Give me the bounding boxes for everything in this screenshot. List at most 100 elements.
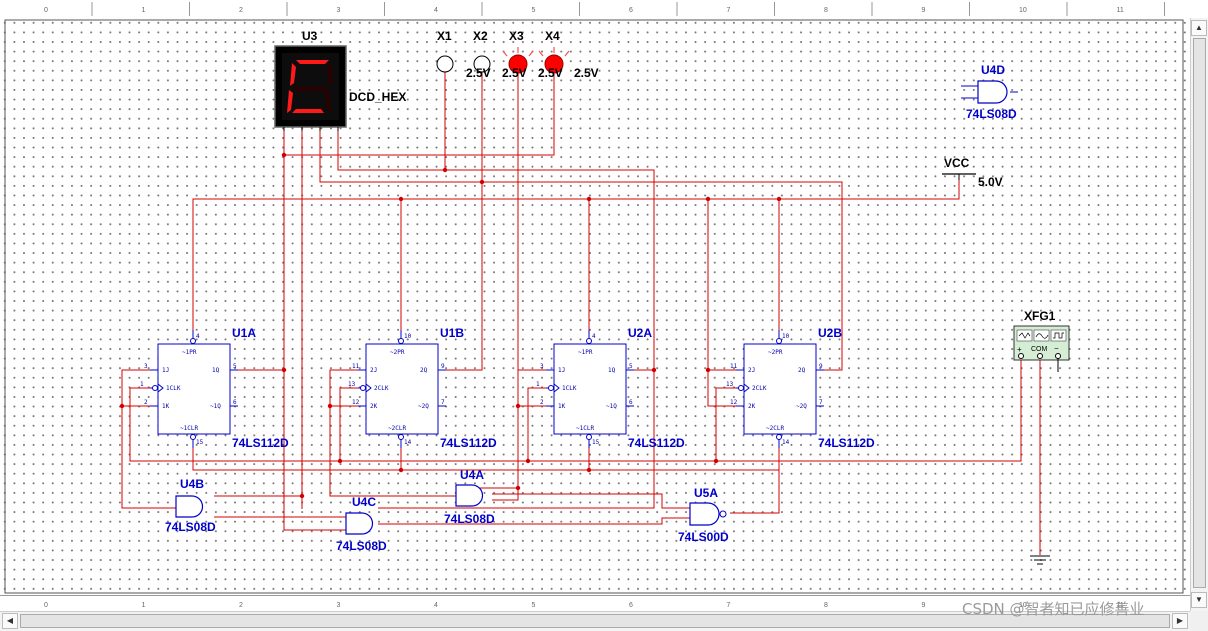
pin-j: 2J <box>370 367 377 374</box>
pin-number: 10 <box>782 333 790 340</box>
pin-clk: 1CLK <box>166 385 181 392</box>
flip-flop-model: 74LS112D <box>818 436 875 450</box>
vcc-supply[interactable]: VCC 5.0V <box>942 156 1003 189</box>
flip-flop-ref: U1A <box>232 326 256 340</box>
gate-u4a[interactable]: U4A 74LS08D <box>444 468 495 526</box>
pin-number: 5 <box>233 363 237 370</box>
pin-number: 4 <box>592 333 596 340</box>
flip-flop-u2b[interactable]: ~2PR 2J 2CLK 2K 2Q ~2Q ~2CLR 10 11 13 12 9 7 14 U2B 74L… <box>726 326 875 450</box>
pin-qn: ~2Q <box>796 403 807 410</box>
function-generator[interactable]: XFG1 + COM − <box>1013 309 1070 372</box>
pin-number: 14 <box>404 439 412 446</box>
pin-clr: ~2CLR <box>388 425 406 432</box>
pin-number: 9 <box>441 363 445 370</box>
seven-segment-display[interactable]: U3 DCD_HEX <box>274 29 406 131</box>
ground-icon <box>1030 555 1050 565</box>
vcc-label: VCC <box>944 156 970 170</box>
flip-flop-u1a[interactable]: ~1PR 1J 1CLK 1K 1Q ~1Q ~1CLR 4 3 1 2 5 6 15 U1A 74LS112… <box>140 326 289 450</box>
schematic: 0011223344556677889910101111 U3 DCD_HEX … <box>4 2 1184 609</box>
pin-number: 6 <box>233 399 237 406</box>
probe-x1[interactable]: X1 <box>436 29 454 73</box>
ruler-tick-label-bottom: 1 <box>142 602 146 609</box>
pin-q: 1Q <box>608 367 616 374</box>
pin-k: 1K <box>558 403 566 410</box>
flip-flop-u1b[interactable]: ~2PR 2J 2CLK 2K 2Q ~2Q ~2CLR 10 11 13 12 9 7 14 U1B 74L… <box>348 326 497 450</box>
display-model: DCD_HEX <box>349 90 406 104</box>
pin-q: 2Q <box>420 367 428 374</box>
pin-number: 15 <box>592 439 600 446</box>
pin-number: 5 <box>629 363 633 370</box>
pin-number: 12 <box>730 399 738 406</box>
pin-number: 3 <box>540 363 544 370</box>
pin-number: 2 <box>540 399 544 406</box>
pin-k: 2K <box>370 403 378 410</box>
probe-x4-label: X4 <box>545 29 560 43</box>
ruler-tick-label-bottom: 9 <box>922 602 926 609</box>
pin-number: 13 <box>348 381 356 388</box>
pin-number: 13 <box>726 381 734 388</box>
pin-number: 14 <box>782 439 790 446</box>
flip-flops: ~1PR1J1CLK1K1Q~1Q~1CLR43125615U1A74LS112… <box>140 326 875 450</box>
gate-u5a-model: 74LS00D <box>678 530 729 544</box>
probe-x3-voltage: 2.5V <box>502 66 527 80</box>
pin-pre: ~2PR <box>768 349 783 356</box>
gate-u4d[interactable]: U4D 74LS08D <box>961 63 1018 121</box>
pin-qn: ~2Q <box>418 403 429 410</box>
pin-clr: ~2CLR <box>766 425 784 432</box>
flip-flop-ref: U2B <box>818 326 842 340</box>
pin-clk: 2CLK <box>752 385 767 392</box>
generator-ref: XFG1 <box>1024 309 1056 323</box>
pin-number: 3 <box>144 363 148 370</box>
pin-qn: ~1Q <box>606 403 617 410</box>
pin-number: 7 <box>441 399 445 406</box>
pin-number: 11 <box>352 363 360 370</box>
gate-u4a-model: 74LS08D <box>444 512 495 526</box>
pin-clr: ~1CLR <box>576 425 594 432</box>
ruler-tick-label-bottom: 0 <box>44 602 48 609</box>
gate-u4c-ref: U4C <box>352 495 376 509</box>
flip-flop-ref: U2A <box>628 326 652 340</box>
pin-number: 11 <box>730 363 738 370</box>
pin-pre: ~1PR <box>182 349 197 356</box>
ruler-tick-label-top: 5 <box>532 7 536 14</box>
probe-x2[interactable]: X2 2.5V <box>466 29 491 80</box>
pin-number: 7 <box>819 399 823 406</box>
pin-number: 15 <box>196 439 204 446</box>
gate-u4c-model: 74LS08D <box>336 539 387 553</box>
pin-clk: 2CLK <box>374 385 389 392</box>
ruler-tick-label-bottom: 7 <box>727 602 731 609</box>
gate-u5a-ref: U5A <box>694 486 718 500</box>
gate-u4b-model: 74LS08D <box>165 520 216 534</box>
generator-minus: − <box>1054 344 1059 353</box>
probe-x3[interactable]: X3 2.5V <box>502 29 534 80</box>
probe-x4-voltage-b: 2.5V <box>574 66 599 80</box>
ruler-tick-label-top: 10 <box>1019 7 1027 14</box>
probe-x2-label: X2 <box>473 29 488 43</box>
probe-x4[interactable]: X4 2.5V 2.5V <box>538 29 599 80</box>
ruler-tick-label-top: 0 <box>44 7 48 14</box>
flip-flop-u2a[interactable]: ~1PR 1J 1CLK 1K 1Q ~1Q ~1CLR 4 3 1 2 5 6 15 U2A 74LS112… <box>536 326 685 450</box>
flip-flop-model: 74LS112D <box>628 436 685 450</box>
pin-number: 10 <box>404 333 412 340</box>
gate-u4a-ref: U4A <box>460 468 484 482</box>
vcc-voltage: 5.0V <box>978 175 1003 189</box>
probe-x4-voltage-a: 2.5V <box>538 66 563 80</box>
gate-u5a[interactable]: U5A 74LS00D <box>678 486 729 544</box>
gate-u4b-ref: U4B <box>180 477 204 491</box>
probe-x3-label: X3 <box>509 29 524 43</box>
pin-number: 6 <box>629 399 633 406</box>
ruler-tick-label-bottom: 6 <box>629 602 633 609</box>
pin-number: 9 <box>819 363 823 370</box>
probe-x1-label: X1 <box>437 29 452 43</box>
pin-number: 2 <box>144 399 148 406</box>
gate-u4b[interactable]: U4B 74LS08D <box>165 477 216 534</box>
pin-clk: 1CLK <box>562 385 577 392</box>
ruler-tick-label-top: 7 <box>727 7 731 14</box>
pin-clr: ~1CLR <box>180 425 198 432</box>
pin-j: 2J <box>748 367 755 374</box>
ruler-tick-label-bottom: 3 <box>337 602 341 609</box>
flip-flop-ref: U1B <box>440 326 464 340</box>
ruler-tick-label-bottom: 5 <box>532 602 536 609</box>
pin-number: 4 <box>196 333 200 340</box>
gate-u4d-ref: U4D <box>981 63 1005 77</box>
